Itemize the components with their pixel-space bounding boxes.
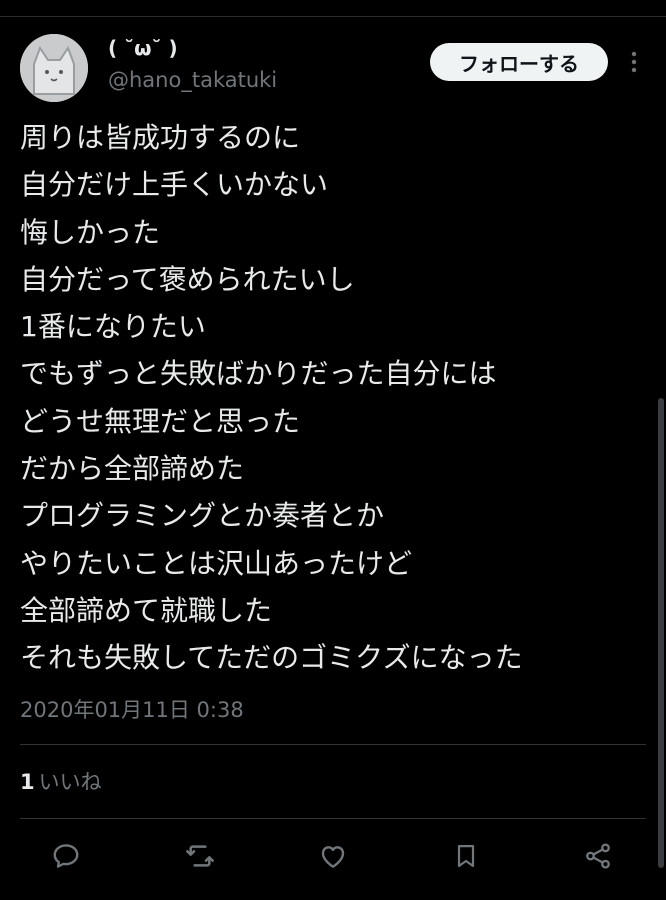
tweet-line: 自分だけ上手くいかない xyxy=(20,168,329,202)
tweet-line: 悔しかった xyxy=(20,215,161,249)
bookmark-button[interactable] xyxy=(448,838,484,874)
likes-stat[interactable]: 1 いいね xyxy=(20,766,102,796)
more-vertical-icon xyxy=(631,51,637,73)
retweet-button[interactable] xyxy=(182,838,218,874)
tweet-text: 周りは皆成功するのに 自分だけ上手くいかない 悔しかった 自分だって褒められたい… xyxy=(20,114,640,682)
share-button[interactable] xyxy=(580,838,616,874)
cat-avatar-icon xyxy=(20,34,88,102)
reply-icon xyxy=(53,844,79,868)
divider xyxy=(20,818,646,819)
avatar[interactable] xyxy=(20,34,88,102)
tweet-line: どうせ無理だと思った xyxy=(20,404,301,438)
bookmark-icon xyxy=(457,844,475,868)
retweet-icon xyxy=(186,845,214,867)
tweet-line: それも失敗してただのゴミクズになった xyxy=(20,641,523,675)
user-handle[interactable]: @hano_takatuki xyxy=(108,68,277,92)
likes-count: 1 xyxy=(20,770,35,794)
tweet-line: プログラミングとか奏者とか xyxy=(20,499,385,533)
display-name[interactable]: ( ˘ω˘ ) xyxy=(108,36,178,60)
top-divider xyxy=(0,16,666,17)
tweet-line: でもずっと失敗ばかりだった自分には xyxy=(20,357,497,391)
more-options-button[interactable] xyxy=(620,46,648,78)
tweet-line: だから全部諦めた xyxy=(20,452,245,486)
share-icon xyxy=(586,843,610,869)
scrollbar[interactable] xyxy=(658,398,664,868)
like-button[interactable] xyxy=(315,838,351,874)
tweet-timestamp[interactable]: 2020年01月11日 0:38 xyxy=(20,694,244,724)
heart-icon xyxy=(321,846,345,868)
tweet-line: やりたいことは沢山あったけど xyxy=(20,546,413,580)
tweet-line: 周りは皆成功するのに xyxy=(20,121,301,154)
divider xyxy=(20,744,646,745)
likes-label: いいね xyxy=(38,770,102,794)
tweet-line: 1番になりたい xyxy=(20,310,206,344)
follow-button[interactable]: フォローする xyxy=(430,43,608,81)
reply-button[interactable] xyxy=(48,838,84,874)
tweet-line: 全部諦めて就職した xyxy=(20,593,273,627)
tweet-line: 自分だって褒められたいし xyxy=(20,262,355,296)
